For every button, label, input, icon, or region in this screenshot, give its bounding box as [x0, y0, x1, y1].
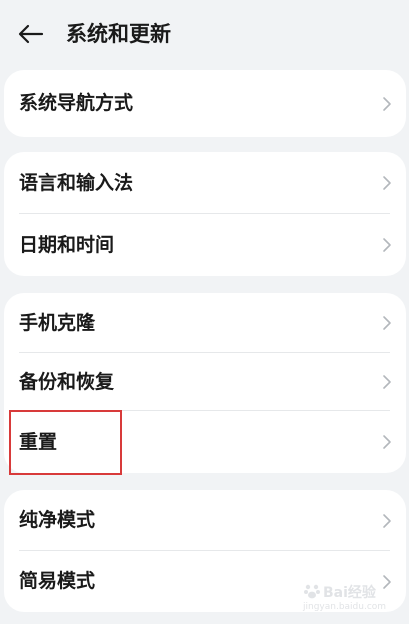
arrow-left-icon [18, 24, 44, 44]
chevron-right-icon [383, 176, 391, 190]
settings-group-language-date: 语言和输入法 日期和时间 [4, 152, 406, 276]
settings-item-label: 语言和输入法 [19, 172, 134, 194]
settings-item-phone-clone[interactable]: 手机克隆 [4, 293, 406, 353]
page-title: 系统和更新 [66, 22, 171, 46]
settings-item-label: 系统导航方式 [19, 92, 134, 114]
settings-item-system-navigation[interactable]: 系统导航方式 [4, 70, 406, 137]
settings-item-label: 重置 [19, 431, 58, 453]
settings-item-language-input[interactable]: 语言和输入法 [4, 152, 406, 214]
chevron-right-icon [383, 435, 391, 449]
settings-item-backup-restore[interactable]: 备份和恢复 [4, 353, 406, 411]
settings-item-simple-mode[interactable]: 简易模式 [4, 551, 406, 612]
chevron-right-icon [383, 96, 391, 111]
chevron-right-icon [383, 375, 391, 389]
back-button[interactable] [14, 17, 48, 51]
settings-item-label: 日期和时间 [19, 234, 115, 256]
settings-item-label: 简易模式 [19, 570, 96, 592]
chevron-right-icon [383, 316, 391, 330]
chevron-right-icon [383, 513, 391, 528]
settings-group-clone-backup-reset: 手机克隆 备份和恢复 重置 [4, 293, 406, 473]
chevron-right-icon [383, 238, 391, 252]
settings-item-label: 纯净模式 [19, 509, 96, 531]
settings-item-reset[interactable]: 重置 [4, 411, 406, 473]
app-header: 系统和更新 [0, 0, 409, 66]
settings-group-modes: 纯净模式 简易模式 [4, 490, 406, 612]
settings-item-pure-mode[interactable]: 纯净模式 [4, 490, 406, 551]
settings-item-label: 备份和恢复 [19, 371, 115, 393]
settings-item-date-time[interactable]: 日期和时间 [4, 214, 406, 276]
chevron-right-icon [383, 574, 391, 589]
settings-item-label: 手机克隆 [19, 312, 96, 334]
settings-group-navigation: 系统导航方式 [4, 70, 406, 137]
